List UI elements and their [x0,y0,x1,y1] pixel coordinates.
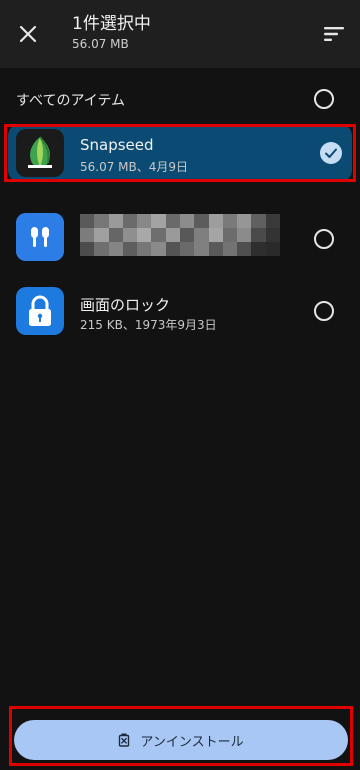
selected-check[interactable] [320,142,342,164]
snapseed-icon [16,129,64,177]
app-meta: 215 KB、1973年9月3日 [80,318,217,332]
uninstall-label: アンインストール [140,734,244,750]
app-name: 画面のロック [80,296,171,314]
app-meta: 56.07 MB、4月9日 [80,160,189,174]
sort-button[interactable] [320,20,348,48]
sort-icon [324,27,344,41]
earbuds-icon [16,213,64,261]
uninstall-button[interactable]: アンインストール [14,720,348,760]
app-row-screen-lock[interactable]: 画面のロック 215 KB、1973年9月3日 [0,276,360,346]
app-row-snapseed[interactable]: Snapseed 56.07 MB、4月9日 [0,118,360,188]
app-name: Snapseed [80,136,154,154]
trash-icon [119,733,130,747]
bottom-action-area: アンインストール [0,700,360,770]
check-icon [325,148,337,158]
close-button[interactable] [12,18,44,50]
title-block: 1件選択中 56.07 MB [72,14,151,52]
selection-size: 56.07 MB [72,37,129,51]
lock-icon [16,287,64,335]
app-select-radio[interactable] [314,301,334,321]
select-all-label: すべてのアイテム [16,93,126,109]
app-row-obscured[interactable] [0,202,360,272]
selection-count-title: 1件選択中 [72,14,151,34]
select-all-radio[interactable] [314,89,334,109]
app-select-radio[interactable] [314,229,334,249]
top-app-bar: 1件選択中 56.07 MB [0,0,360,68]
pixelated-app-label [80,214,280,256]
close-icon [19,25,37,43]
